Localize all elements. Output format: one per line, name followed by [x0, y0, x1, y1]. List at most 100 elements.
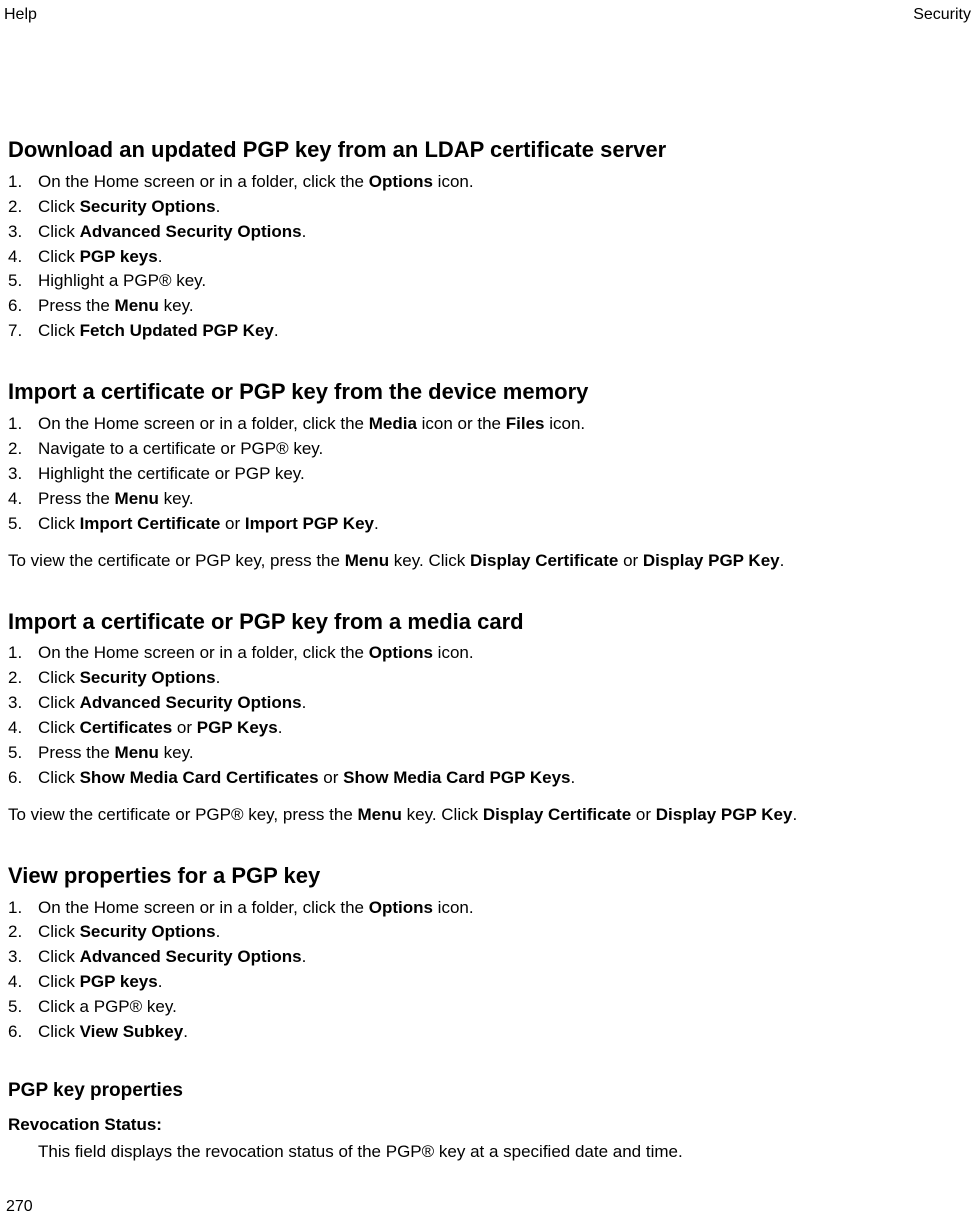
text-segment: Click: [38, 514, 80, 533]
step-number: 5.: [8, 996, 38, 1019]
section: Import a certificate or PGP key from the…: [8, 377, 967, 572]
text-segment: Display PGP Key: [643, 551, 780, 570]
text-segment: Advanced Security Options: [80, 222, 302, 241]
text-segment: Security Options: [80, 668, 216, 687]
step-number: 5.: [8, 513, 38, 536]
step-text: Click Advanced Security Options.: [38, 946, 967, 969]
text-segment: Press the: [38, 296, 115, 315]
text-segment: key.: [159, 743, 194, 762]
text-segment: .: [302, 222, 307, 241]
step-number: 6.: [8, 295, 38, 318]
section-heading: Import a certificate or PGP key from the…: [8, 377, 967, 407]
text-segment: Options: [369, 898, 433, 917]
step-number: 2.: [8, 196, 38, 219]
property-definition: This field displays the revocation statu…: [38, 1141, 967, 1164]
text-segment: Display Certificate: [483, 805, 631, 824]
step-number: 4.: [8, 246, 38, 269]
step-item: 2.Navigate to a certificate or PGP® key.: [8, 438, 967, 461]
step-number: 3.: [8, 946, 38, 969]
step-text: Click Fetch Updated PGP Key.: [38, 320, 967, 343]
text-segment: icon or the: [417, 414, 506, 433]
text-segment: key.: [159, 296, 194, 315]
step-text: Click Security Options.: [38, 667, 967, 690]
text-segment: icon.: [433, 643, 474, 662]
text-segment: Menu: [115, 489, 159, 508]
step-text: Click PGP keys.: [38, 246, 967, 269]
text-segment: Click: [38, 321, 80, 340]
text-segment: Show Media Card PGP Keys: [343, 768, 570, 787]
text-segment: On the Home screen or in a folder, click…: [38, 643, 369, 662]
text-segment: .: [374, 514, 379, 533]
step-text: Highlight a PGP® key.: [38, 270, 967, 293]
text-segment: Click: [38, 197, 80, 216]
step-item: 2.Click Security Options.: [8, 921, 967, 944]
text-segment: key. Click: [402, 805, 483, 824]
step-text: Highlight the certificate or PGP key.: [38, 463, 967, 486]
text-segment: Click: [38, 247, 80, 266]
step-item: 4.Press the Menu key.: [8, 488, 967, 511]
step-item: 4.Click Certificates or PGP Keys.: [8, 717, 967, 740]
step-item: 4.Click PGP keys.: [8, 246, 967, 269]
header-right: Security: [913, 4, 975, 26]
text-segment: Click: [38, 222, 80, 241]
header-left: Help: [0, 4, 37, 26]
text-segment: .: [216, 197, 221, 216]
step-item: 5.Click Import Certificate or Import PGP…: [8, 513, 967, 536]
text-segment: Display PGP Key: [656, 805, 793, 824]
text-segment: .: [302, 947, 307, 966]
text-segment: Advanced Security Options: [80, 947, 302, 966]
properties-section: PGP key propertiesRevocation Status:This…: [8, 1078, 967, 1164]
text-segment: Menu: [115, 296, 159, 315]
text-segment: Import Certificate: [80, 514, 221, 533]
text-segment: PGP keys: [80, 972, 158, 991]
text-segment: Show Media Card Certificates: [80, 768, 319, 787]
step-item: 2.Click Security Options.: [8, 667, 967, 690]
text-segment: .: [158, 972, 163, 991]
step-item: 4.Click PGP keys.: [8, 971, 967, 994]
text-segment: .: [792, 805, 797, 824]
text-segment: .: [216, 922, 221, 941]
step-number: 3.: [8, 463, 38, 486]
text-segment: or: [319, 768, 344, 787]
text-segment: On the Home screen or in a folder, click…: [38, 172, 369, 191]
step-number: 6.: [8, 767, 38, 790]
step-text: On the Home screen or in a folder, click…: [38, 171, 967, 194]
steps-list: 1.On the Home screen or in a folder, cli…: [8, 413, 967, 536]
text-segment: Highlight a PGP® key.: [38, 271, 206, 290]
text-segment: Click: [38, 693, 80, 712]
step-text: Click PGP keys.: [38, 971, 967, 994]
steps-list: 1.On the Home screen or in a folder, cli…: [8, 897, 967, 1045]
step-number: 7.: [8, 320, 38, 343]
text-segment: Click: [38, 922, 80, 941]
text-segment: .: [780, 551, 785, 570]
text-segment: PGP Keys: [197, 718, 278, 737]
text-segment: .: [278, 718, 283, 737]
text-segment: icon.: [544, 414, 585, 433]
step-text: Click Advanced Security Options.: [38, 221, 967, 244]
step-item: 3.Click Advanced Security Options.: [8, 946, 967, 969]
text-segment: or: [631, 805, 656, 824]
text-segment: Import PGP Key: [245, 514, 374, 533]
step-number: 3.: [8, 221, 38, 244]
text-segment: or: [220, 514, 245, 533]
text-segment: Options: [369, 643, 433, 662]
step-text: Click Import Certificate or Import PGP K…: [38, 513, 967, 536]
text-segment: or: [172, 718, 197, 737]
text-segment: To view the certificate or PGP key, pres…: [8, 551, 345, 570]
text-segment: Click: [38, 972, 80, 991]
step-item: 6.Click Show Media Card Certificates or …: [8, 767, 967, 790]
property-term: Revocation Status:: [8, 1114, 967, 1137]
text-segment: .: [302, 693, 307, 712]
page: Help Security Download an updated PGP ke…: [0, 0, 975, 1228]
section-heading: Import a certificate or PGP key from a m…: [8, 607, 967, 637]
step-number: 1.: [8, 642, 38, 665]
text-segment: .: [158, 247, 163, 266]
text-segment: On the Home screen or in a folder, click…: [38, 414, 369, 433]
step-number: 2.: [8, 667, 38, 690]
step-text: Click View Subkey.: [38, 1021, 967, 1044]
text-segment: PGP keys: [80, 247, 158, 266]
text-segment: Press the: [38, 489, 115, 508]
step-number: 1.: [8, 897, 38, 920]
text-segment: Highlight the certificate or PGP key.: [38, 464, 305, 483]
step-text: Click Show Media Card Certificates or Sh…: [38, 767, 967, 790]
